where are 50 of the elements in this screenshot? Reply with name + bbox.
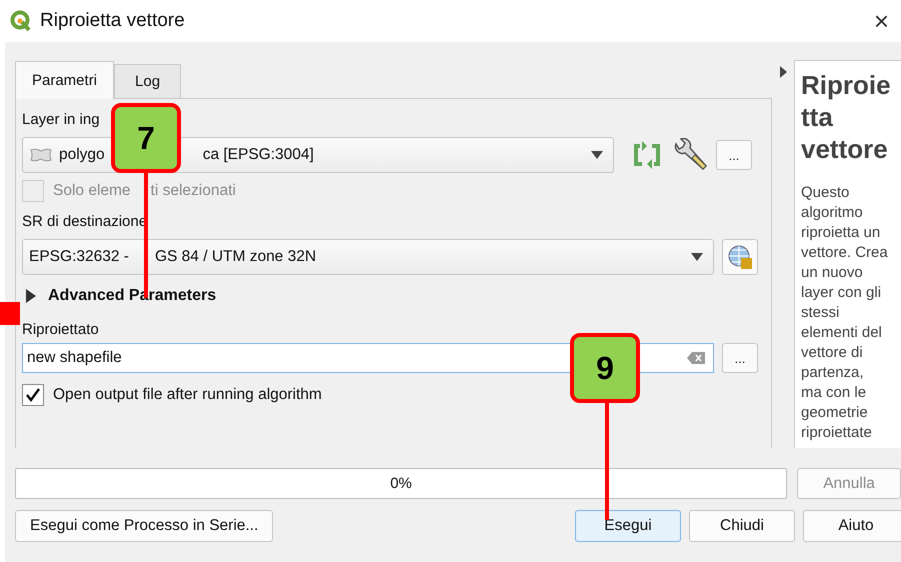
checkbox-label: Open output file after running algorithm [53,386,322,404]
help-text: elementi del [801,323,883,343]
checkbox[interactable] [22,384,44,406]
help-text: algoritmo [801,203,864,223]
batch-button[interactable]: Esegui come Processo in Serie... [15,510,274,542]
layer-name: polygo [59,146,105,164]
advanced-parameters-toggle[interactable]: Advanced Parameters [22,275,763,317]
checkbox-label: ti selezionati [150,182,236,200]
window-title: Riproietta vettore [40,10,186,32]
run-button[interactable]: Esegui [575,510,681,542]
clear-icon[interactable] [687,352,705,364]
help-title: Riproie tta vettore [801,69,892,165]
tab[interactable]: Log [114,64,182,98]
callout-number: 7 [111,103,181,173]
wrench-icon[interactable] [672,138,708,172]
help-text: un nuovo [801,263,864,283]
help-text: stessi [801,303,840,323]
help-text: layer con gli [801,283,882,303]
dropdown-caret-icon [691,253,703,261]
crs-value: GS 84 / UTM zone 32N [154,248,316,266]
app-logo-icon [10,10,32,32]
help-text: riproietta un [801,223,882,243]
help-text: Questo [801,183,850,203]
field-label: Riproiettato [22,320,100,340]
checkbox-label: Solo eleme [53,182,131,200]
polygon-layer-icon [29,147,53,163]
callout-number: 9 [570,333,640,403]
close-button[interactable]: × [872,6,891,36]
annotation-marker [0,302,20,325]
dialog-button[interactable]: Chiudi [689,510,795,542]
dialog-button[interactable]: Aiuto [803,510,901,542]
dropdown-caret-icon [591,151,603,159]
crs-value: EPSG:32632 - [29,248,129,266]
options-button[interactable]: ... [722,343,758,373]
layer-name: ca [EPSG:3004] [202,146,314,164]
crs-dropdown[interactable]: EPSG:32632 - GS 84 / UTM zone 32N [22,239,714,275]
progress-text: 0% [390,475,412,492]
help-text: partenza, [801,363,865,383]
tab[interactable]: Parametri [15,61,114,99]
help-text: riproiettate [801,423,873,443]
crs-picker-button[interactable] [722,239,758,275]
field-label: Layer in ing [22,110,101,130]
help-text: vettore di [801,343,864,363]
help-text: geometrie [801,403,869,423]
field-label: SR di destinazione [22,212,148,232]
collapse-arrow-icon[interactable] [780,66,786,78]
help-text: ma con le [801,383,868,403]
expand-arrow-icon [26,289,36,303]
help-text: vettore. Crea [801,243,889,263]
options-button[interactable]: ... [716,140,752,170]
